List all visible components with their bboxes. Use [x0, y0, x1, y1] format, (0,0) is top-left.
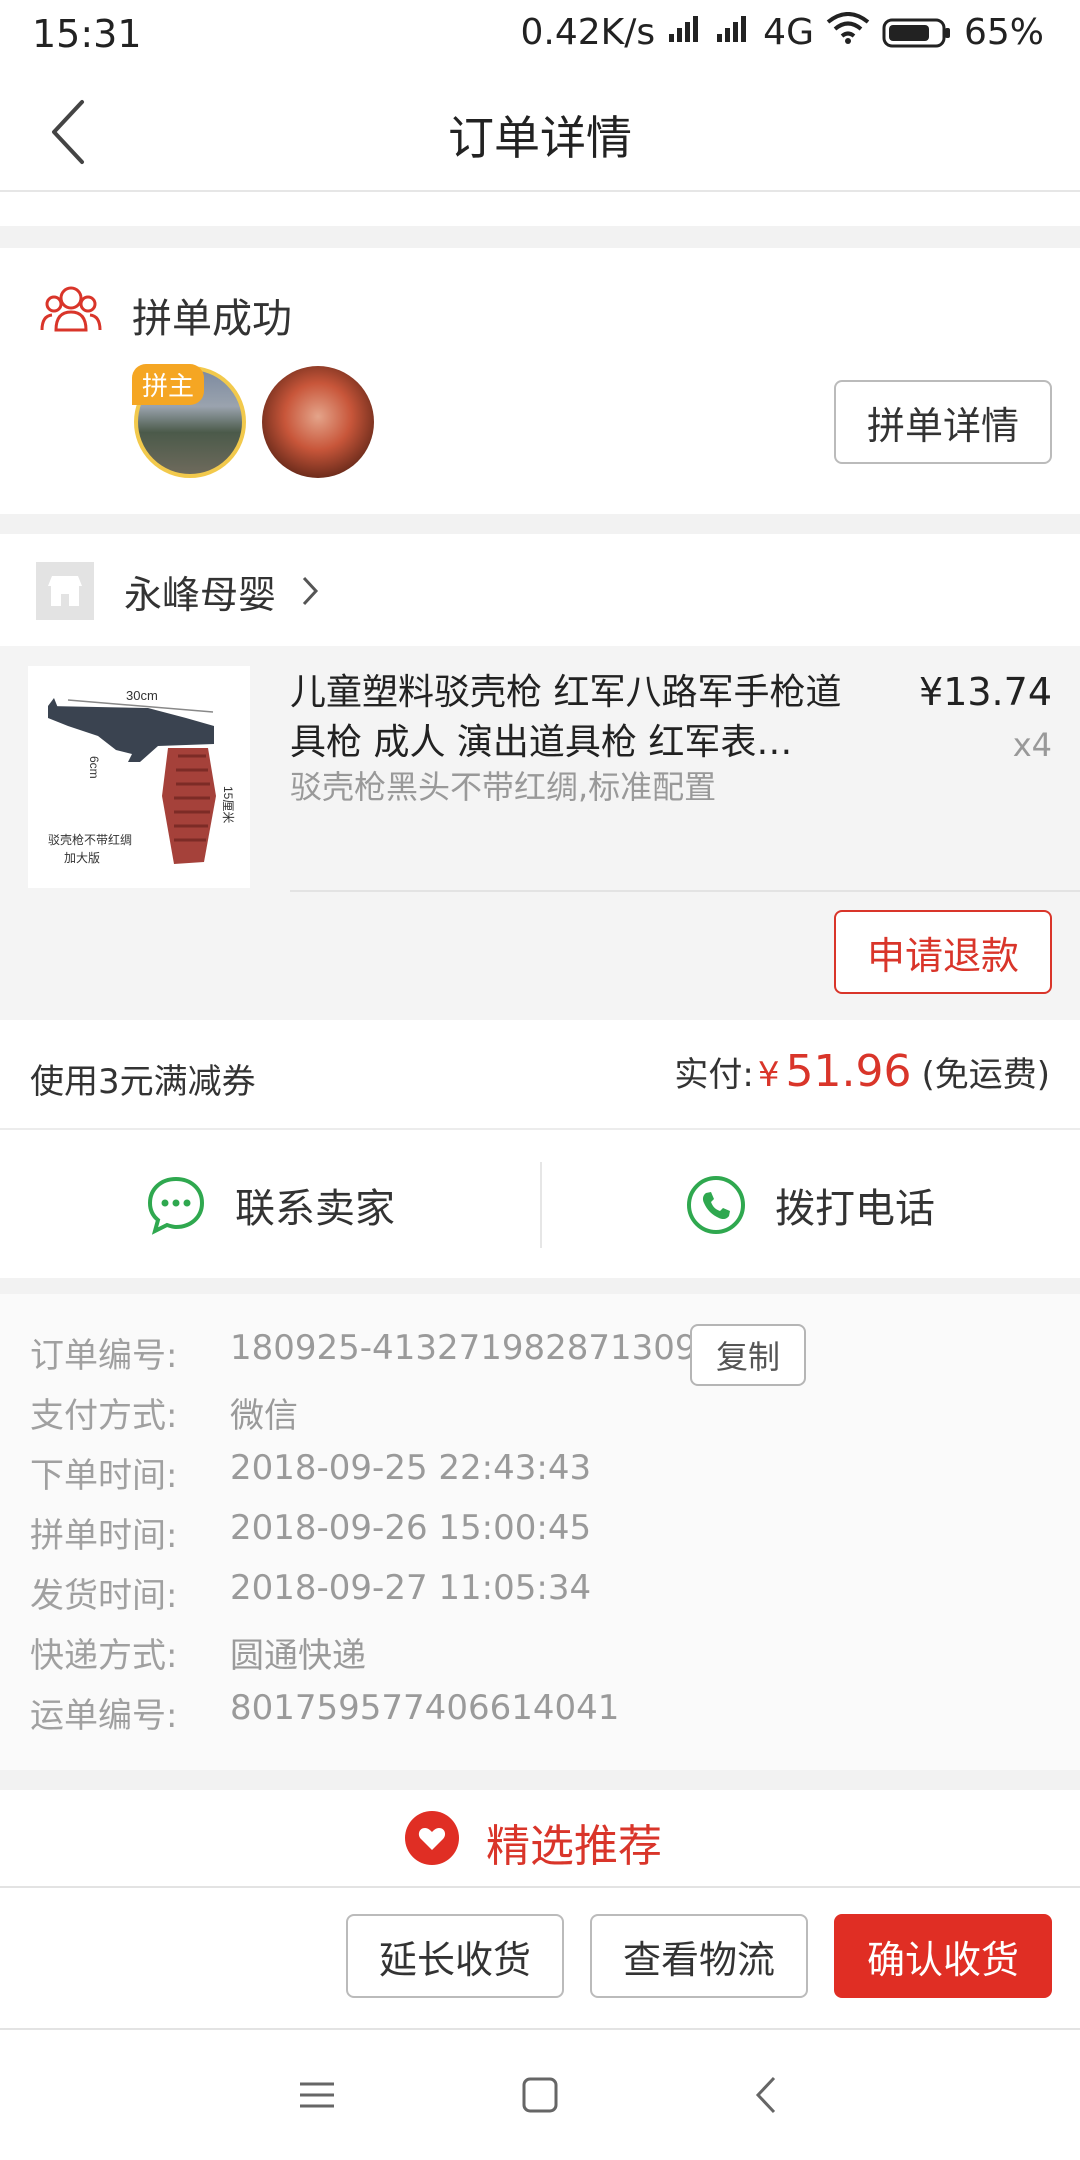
product-quantity: x4: [1012, 726, 1052, 764]
contact-seller-button[interactable]: 联系卖家: [0, 1132, 540, 1278]
currency-symbol: ¥: [757, 1055, 780, 1095]
signal-icon: [667, 12, 703, 53]
payment-summary: 使用3元满减券 实付: ¥ 51.96 (免运费): [0, 1020, 1080, 1130]
product-image[interactable]: 30cm 6cm 15厘米 驳壳枪不带红绸 加大版: [28, 666, 250, 888]
heart-icon: [404, 1810, 460, 1866]
coupon-text: 使用3元满减券: [30, 1062, 256, 1102]
shipping-note: (免运费): [921, 1055, 1050, 1095]
store-icon: [36, 562, 94, 620]
battery-level: 65%: [963, 12, 1044, 53]
status-right: 0.42K/s 4G 65%: [521, 12, 1044, 53]
battery-icon: [882, 17, 952, 49]
confirm-receipt-button[interactable]: 确认收货: [834, 1914, 1052, 1998]
group-detail-button[interactable]: 拼单详情: [834, 380, 1052, 464]
dimension-label: 6cm: [87, 756, 101, 779]
wifi-icon: [826, 12, 870, 53]
paid-total: 实付: ¥ 51.96 (免运费): [674, 1046, 1050, 1097]
section-divider: [0, 226, 1080, 248]
info-label: 下单时间:: [30, 1456, 178, 1496]
product-sku: 驳壳枪黑头不带红绸,标准配置: [290, 768, 717, 806]
info-row-tracking: 运单编号: 801759577406614041: [30, 1688, 619, 1737]
paid-label: 实付:: [674, 1055, 754, 1095]
dimension-label: 30cm: [126, 688, 158, 703]
contact-seller-label: 联系卖家: [235, 1186, 395, 1232]
info-value: 圆通快递: [230, 1636, 366, 1676]
product-item: 30cm 6cm 15厘米 驳壳枪不带红绸 加大版 儿童塑料驳壳枪 红军八路军手…: [0, 646, 1080, 1020]
product-price: ¥13.74: [919, 670, 1052, 714]
status-bar: 15:31 0.42K/s 4G 65%: [0, 0, 1080, 70]
home-square-icon: [522, 2077, 558, 2113]
phone-icon: [687, 1176, 745, 1234]
section-divider: [0, 514, 1080, 534]
info-value: 2018-09-25 22:43:43: [230, 1448, 592, 1488]
group-status-title: 拼单成功: [132, 296, 292, 342]
product-title[interactable]: 儿童塑料驳壳枪 红军八路军手枪道具枪 成人 演出道具枪 红军表…: [290, 668, 850, 768]
recommend-header: 精选推荐: [0, 1790, 1080, 1886]
info-label: 发货时间:: [30, 1576, 178, 1616]
order-info: 订单编号: 180925-413271982871309 复制 支付方式: 微信…: [0, 1294, 1080, 1770]
chat-bubble-icon: [147, 1176, 205, 1235]
leader-badge: 拼主: [132, 364, 205, 405]
network-speed: 0.42K/s: [520, 12, 656, 53]
info-row-payment: 支付方式: 微信: [30, 1388, 298, 1437]
store-row[interactable]: 永峰母婴: [0, 534, 1080, 644]
info-row-group-time: 拼单时间: 2018-09-26 15:00:45: [30, 1508, 591, 1557]
call-phone-label: 拨打电话: [775, 1186, 935, 1232]
info-value: 2018-09-27 11:05:34: [230, 1568, 592, 1608]
signal-icon: [715, 12, 751, 53]
image-caption: 驳壳枪不带红绸: [48, 832, 132, 847]
dimension-label: 15厘米: [221, 786, 235, 823]
order-detail-page: 15:31 0.42K/s 4G 65% 订单详情 拼单成功 拼主 拼单详情 永…: [0, 0, 1080, 2160]
menu-icon: [300, 2082, 334, 2108]
paid-amount: 51.96: [785, 1046, 912, 1097]
contact-row: 联系卖家 拨打电话: [0, 1132, 1080, 1278]
section-divider: [0, 1278, 1080, 1294]
info-value: 微信: [230, 1396, 298, 1436]
divider: [290, 890, 1080, 892]
recommend-title: 精选推荐: [486, 1821, 662, 1872]
extend-receipt-button[interactable]: 延长收货: [346, 1914, 564, 1998]
refund-button[interactable]: 申请退款: [834, 910, 1052, 994]
image-caption: 加大版: [64, 851, 100, 865]
info-row-courier: 快递方式: 圆通快递: [30, 1628, 366, 1677]
info-label: 拼单时间:: [30, 1516, 178, 1556]
network-type: 4G: [763, 12, 814, 53]
section-divider: [0, 1770, 1080, 1790]
info-label: 支付方式:: [30, 1396, 178, 1436]
chevron-right-icon: [298, 574, 322, 608]
info-value: 801759577406614041: [230, 1688, 620, 1728]
store-name: 永峰母婴: [124, 573, 277, 617]
info-label: 快递方式:: [30, 1636, 178, 1676]
info-value: 180925-413271982871309: [230, 1328, 697, 1368]
menu-button[interactable]: [292, 2070, 342, 2120]
status-time: 15:31: [32, 12, 142, 56]
info-value: 2018-09-26 15:00:45: [230, 1508, 592, 1548]
home-button[interactable]: [515, 2070, 565, 2120]
info-row-order-time: 下单时间: 2018-09-25 22:43:43: [30, 1448, 591, 1497]
call-phone-button[interactable]: 拨打电话: [540, 1132, 1080, 1278]
info-row-ship-time: 发货时间: 2018-09-27 11:05:34: [30, 1568, 591, 1617]
avatar: [262, 366, 374, 478]
system-navigation-bar: [0, 2030, 1080, 2160]
system-back-button[interactable]: [742, 2070, 792, 2120]
header: 订单详情: [0, 70, 1080, 192]
back-triangle-icon: [755, 2076, 776, 2114]
group-people-icon: [40, 282, 102, 336]
page-title: 订单详情: [448, 111, 632, 165]
view-logistics-button[interactable]: 查看物流: [590, 1914, 808, 1998]
info-label: 订单编号:: [30, 1336, 178, 1376]
bottom-action-bar: 延长收货 查看物流 确认收货: [0, 1886, 1080, 2030]
copy-button[interactable]: 复制: [690, 1324, 806, 1386]
info-label: 运单编号:: [30, 1696, 178, 1736]
info-row-order-number: 订单编号: 180925-413271982871309: [30, 1328, 697, 1377]
group-section: 拼单成功 拼主 拼单详情: [0, 248, 1080, 514]
